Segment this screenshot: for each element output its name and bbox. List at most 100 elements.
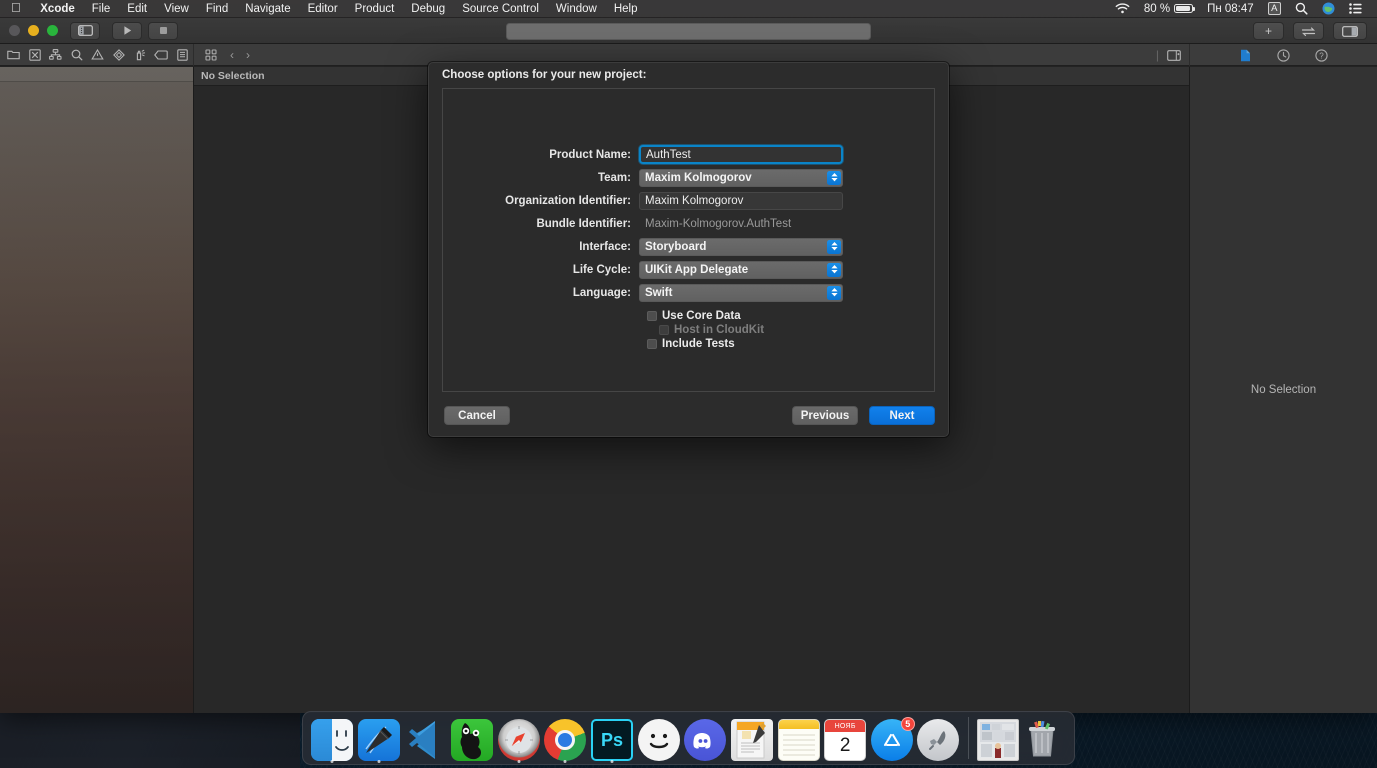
chevron-left-icon[interactable]: ‹ xyxy=(226,48,238,62)
menu-item-file[interactable]: File xyxy=(83,3,119,15)
menu-item-find[interactable]: Find xyxy=(197,3,236,15)
menu-bar-status-area: 80 % Пн 08:47 A xyxy=(1108,2,1377,15)
grid-squares-icon[interactable] xyxy=(200,44,222,66)
menu-item-xcode[interactable]: Xcode xyxy=(32,3,84,15)
minimize-window-button[interactable] xyxy=(28,25,39,36)
include-tests-checkbox[interactable] xyxy=(647,339,657,349)
team-select[interactable]: Maxim Kolmogorov xyxy=(639,168,843,187)
document-icon[interactable] xyxy=(1235,44,1257,66)
inspector-tab-bar: ? xyxy=(1190,44,1377,66)
menu-item-edit[interactable]: Edit xyxy=(119,3,156,15)
close-window-button[interactable] xyxy=(9,25,20,36)
navigator-tab-bar xyxy=(0,44,193,66)
dock-item-photoshop[interactable]: Ps xyxy=(589,711,636,763)
menu-item-editor[interactable]: Editor xyxy=(299,3,346,15)
source-control-icon[interactable] xyxy=(24,44,45,66)
use-core-data-label: Use Core Data xyxy=(662,310,741,322)
menu-item-view[interactable]: View xyxy=(156,3,198,15)
team-label: Team: xyxy=(597,171,631,184)
dock-item-smiley[interactable] xyxy=(635,711,682,761)
dock-item-launchpad[interactable] xyxy=(915,711,962,761)
menu-item-source-control[interactable]: Source Control xyxy=(454,3,548,15)
dock-item-safari[interactable] xyxy=(496,711,543,763)
menu-item-debug[interactable]: Debug xyxy=(403,3,454,15)
svg-text:?: ? xyxy=(1319,51,1324,60)
checkbox-row-host-in-cloudkit: Host in CloudKit xyxy=(659,323,934,337)
chevron-right-icon[interactable]: › xyxy=(242,48,254,62)
use-core-data-checkbox[interactable] xyxy=(647,311,657,321)
apple-logo-icon[interactable]:  xyxy=(11,1,21,14)
control-center-icon[interactable] xyxy=(1342,3,1369,14)
menu-item-window[interactable]: Window xyxy=(547,3,605,15)
menu-item-product[interactable]: Product xyxy=(346,3,403,15)
new-project-options-sheet: Choose options for your new project: Pro… xyxy=(428,62,949,437)
hierarchy-icon[interactable] xyxy=(45,44,66,66)
form-row-product-name: Product Name: AuthTest xyxy=(443,143,934,166)
product-name-input[interactable]: AuthTest xyxy=(639,145,843,164)
running-indicator-dot xyxy=(517,760,521,763)
dock-item-visual-studio-code[interactable] xyxy=(402,711,449,761)
dock-item-discord[interactable] xyxy=(682,711,729,761)
dock-item-notes[interactable] xyxy=(775,711,822,761)
inspector-panel-icon[interactable] xyxy=(1163,44,1185,66)
toolbar-search-field[interactable] xyxy=(506,23,871,40)
previous-button[interactable]: Previous xyxy=(792,406,858,425)
dock-item-xcode[interactable] xyxy=(356,711,403,763)
keyboard-layout-indicator[interactable]: A xyxy=(1261,2,1288,15)
tag-icon[interactable] xyxy=(151,44,172,66)
dock-item-trash[interactable] xyxy=(1021,711,1068,761)
language-select[interactable]: Swift xyxy=(639,283,843,302)
dock-item-calendar[interactable]: НОЯБ 2 xyxy=(822,711,869,761)
cancel-button[interactable]: Cancel xyxy=(444,406,510,425)
right-panel-toggle-icon[interactable] xyxy=(1333,22,1367,40)
siri-globe-icon[interactable] xyxy=(1315,2,1342,15)
language-stepper-icon[interactable] xyxy=(827,285,841,300)
diamond-icon[interactable] xyxy=(109,44,130,66)
sheet-button-bar: Cancel Previous Next xyxy=(442,406,935,426)
warning-triangle-icon[interactable] xyxy=(87,44,108,66)
add-button[interactable]: + xyxy=(1253,22,1284,40)
spotlight-search-icon[interactable] xyxy=(1288,2,1315,15)
magnifier-icon[interactable] xyxy=(66,44,87,66)
trash-icon xyxy=(1024,719,1066,761)
dock: Ps НОЯБ 2 5 xyxy=(302,711,1075,765)
report-lines-icon[interactable] xyxy=(172,44,193,66)
next-button[interactable]: Next xyxy=(869,406,935,425)
menu-bar:  Xcode File Edit View Find Navigate Edi… xyxy=(0,0,1377,18)
calendar-icon: НОЯБ 2 xyxy=(824,719,867,761)
form-row-life-cycle: Life Cycle: UIKit App Delegate xyxy=(443,258,934,281)
folder-icon[interactable] xyxy=(3,44,24,66)
battery-status[interactable]: 80 % xyxy=(1137,3,1200,15)
life-cycle-select[interactable]: UIKit App Delegate xyxy=(639,260,843,279)
life-cycle-stepper-icon[interactable] xyxy=(827,262,841,277)
question-circle-icon[interactable]: ? xyxy=(1311,44,1333,66)
running-indicator-dot xyxy=(377,760,381,763)
checkbox-row-include-tests[interactable]: Include Tests xyxy=(647,337,934,351)
maximize-window-button[interactable] xyxy=(47,25,58,36)
menu-bar-clock[interactable]: Пн 08:47 xyxy=(1200,3,1261,15)
host-in-cloudkit-checkbox xyxy=(659,325,669,335)
organization-identifier-input[interactable]: Maxim Kolmogorov xyxy=(639,191,843,210)
team-stepper-icon[interactable] xyxy=(827,170,841,185)
project-navigator-panel[interactable] xyxy=(0,67,193,713)
dock-item-pages[interactable] xyxy=(729,711,776,761)
dock-item-sourcetree[interactable] xyxy=(449,711,496,761)
dock-item-google-chrome[interactable] xyxy=(542,711,589,763)
interface-stepper-icon[interactable] xyxy=(827,239,841,254)
checkbox-row-use-core-data[interactable]: Use Core Data xyxy=(647,309,934,323)
stop-square-icon[interactable] xyxy=(148,21,178,40)
dock-item-app-store[interactable]: 5 xyxy=(869,711,916,761)
wifi-icon[interactable] xyxy=(1108,3,1137,14)
running-indicator-dot xyxy=(610,760,614,763)
swap-arrows-icon[interactable] xyxy=(1293,22,1324,40)
smiley-face-icon xyxy=(637,719,680,761)
debug-spray-icon[interactable] xyxy=(130,44,151,66)
dock-item-finder[interactable] xyxy=(309,711,356,763)
dock-item-photos-stack[interactable] xyxy=(975,711,1022,761)
left-panel-toggle-icon[interactable] xyxy=(70,21,100,40)
interface-select[interactable]: Storyboard xyxy=(639,237,843,256)
menu-item-navigate[interactable]: Navigate xyxy=(237,3,299,15)
menu-item-help[interactable]: Help xyxy=(605,3,646,15)
clock-icon[interactable] xyxy=(1273,44,1295,66)
run-play-icon[interactable] xyxy=(112,21,142,40)
